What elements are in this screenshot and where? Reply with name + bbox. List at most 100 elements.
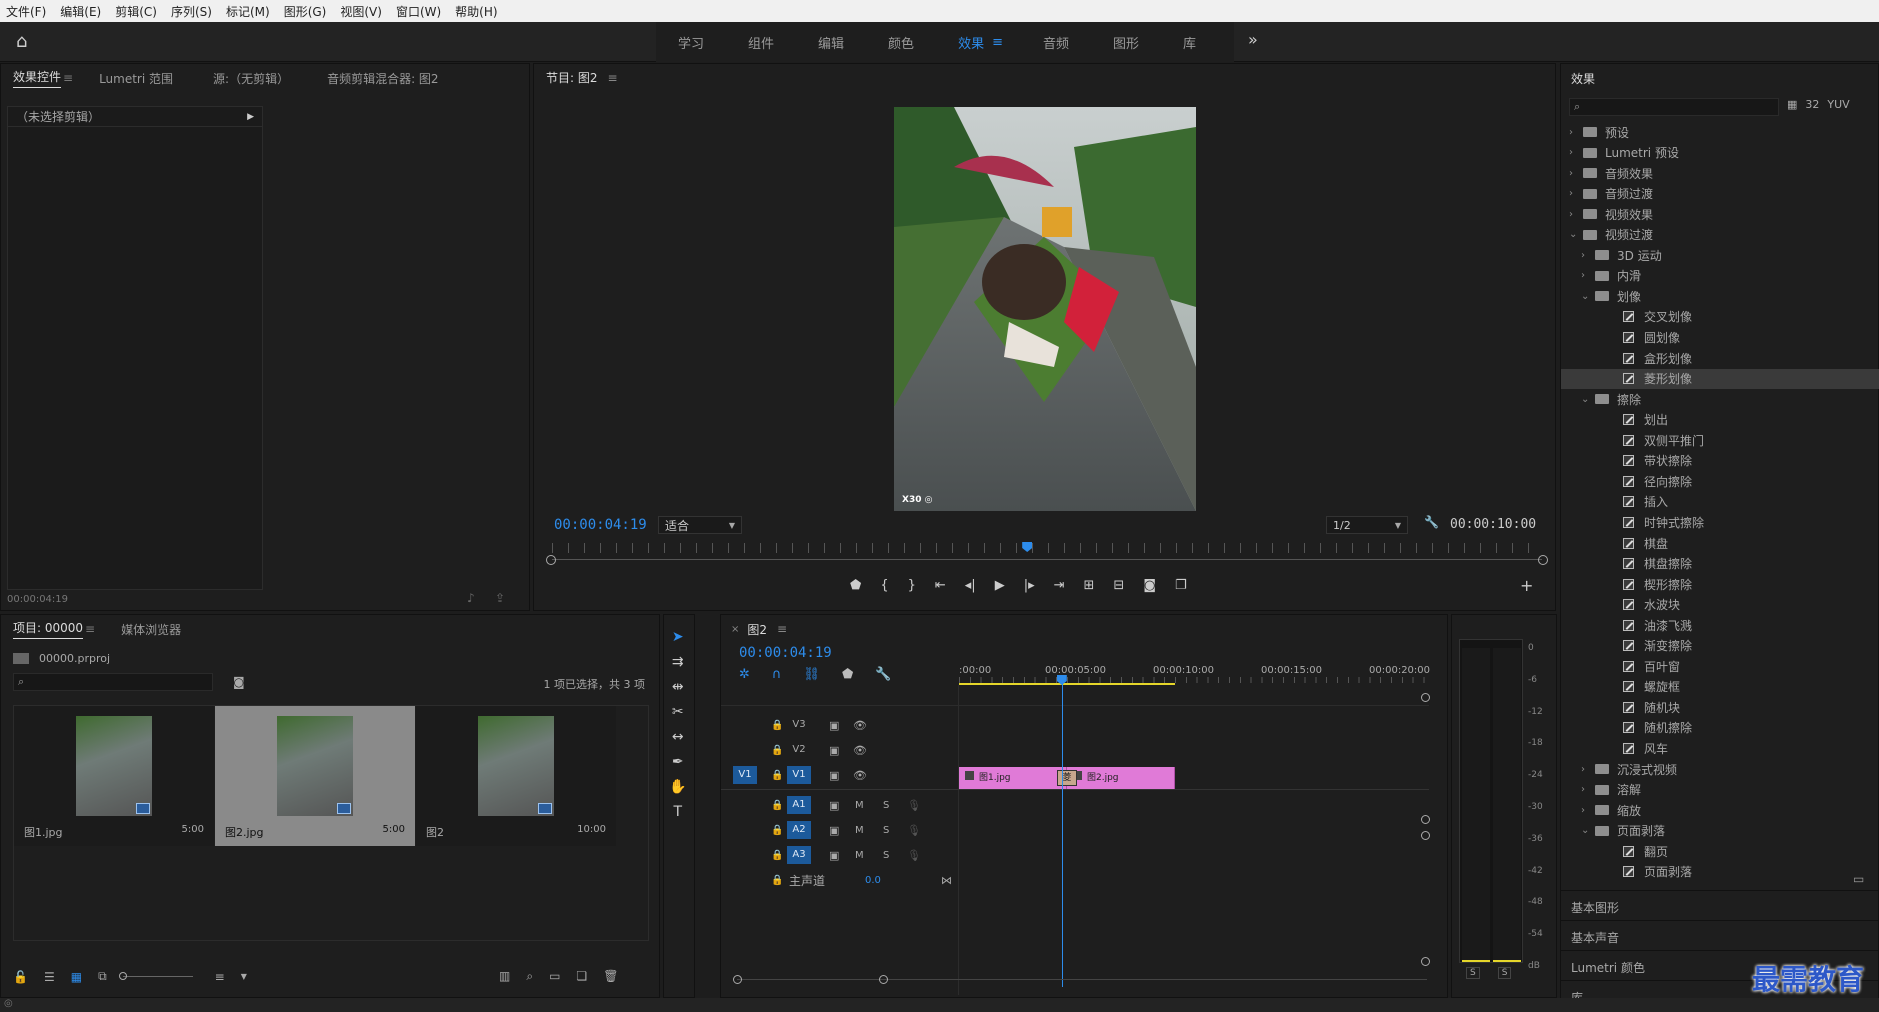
panel-menu-icon[interactable]: ≡ xyxy=(63,71,73,85)
effects-tree-item[interactable]: 风车 xyxy=(1561,739,1879,759)
effects-tree-item[interactable]: 随机块 xyxy=(1561,697,1879,717)
export-icon[interactable]: ⇪ xyxy=(495,591,505,605)
chevron-down-icon[interactable]: ⌄ xyxy=(1581,825,1595,836)
chevron-right-icon[interactable]: › xyxy=(1569,127,1583,138)
snap-icon[interactable]: ∩ xyxy=(772,667,782,682)
lock-icon[interactable]: 🔒 xyxy=(771,825,783,836)
menu-item[interactable]: 窗口(W) xyxy=(396,3,441,20)
home-icon[interactable]: ⌂ xyxy=(16,32,38,52)
solo-right-button[interactable]: S xyxy=(1497,967,1512,979)
new-bin-icon[interactable]: ▭ xyxy=(1853,872,1864,886)
camera-search-icon[interactable]: ◙ xyxy=(233,675,245,689)
eye-icon[interactable]: 👁 xyxy=(853,719,867,732)
lift-icon[interactable]: ⊞ xyxy=(1084,578,1095,593)
camera-icon[interactable]: ◙ xyxy=(1143,578,1156,593)
video-scroll-handle-bottom[interactable] xyxy=(1421,815,1430,824)
tab-effect-controls[interactable]: 效果控件 xyxy=(13,68,62,88)
chevron-down-icon[interactable]: ⌄ xyxy=(1581,291,1595,302)
workspace-tab[interactable]: 编辑 xyxy=(818,33,844,52)
timeline-settings-icon[interactable]: 🔧 xyxy=(875,667,891,682)
timeline-clip[interactable]: 图2.jpg xyxy=(1067,767,1175,789)
effects-tree-item[interactable]: 交叉划像 xyxy=(1561,307,1879,327)
effects-tree-item[interactable]: 圆划像 xyxy=(1561,328,1879,348)
lock-icon[interactable]: 🔒 xyxy=(771,850,783,861)
effects-section-0[interactable]: 基本图形 xyxy=(1561,890,1879,920)
extract-icon[interactable]: ⊟ xyxy=(1113,578,1124,593)
step-forward-icon[interactable]: |▸ xyxy=(1024,578,1035,593)
effects-tree-item[interactable]: › 视频效果 xyxy=(1561,204,1879,224)
effects-tree-item[interactable]: 插入 xyxy=(1561,492,1879,512)
effects-tree-item[interactable]: 螺旋框 xyxy=(1561,677,1879,697)
mark-out-icon[interactable]: } xyxy=(908,578,916,593)
workspace-tab[interactable]: 效果 xyxy=(958,33,984,52)
workspace-tab[interactable]: 库 xyxy=(1183,33,1196,52)
effects-tree-item[interactable]: 菱形划像 xyxy=(1561,368,1879,389)
effects-tree-item[interactable]: 径向擦除 xyxy=(1561,471,1879,491)
track-target-button[interactable]: A2 xyxy=(787,821,811,839)
project-search-input[interactable]: ⌕ xyxy=(13,673,213,691)
icon-view-icon[interactable]: ▦ xyxy=(71,970,82,984)
freeform-view-icon[interactable]: ⧉ xyxy=(98,969,107,984)
effects-tree-item[interactable]: ⌄ 页面剥落 xyxy=(1561,821,1879,841)
effects-tree-item[interactable]: › Lumetri 预设 xyxy=(1561,143,1879,163)
project-item[interactable]: 图1.jpg 5:00 xyxy=(14,706,214,846)
lock-icon[interactable]: 🔒 xyxy=(771,745,783,756)
wrench-icon[interactable]: 🔧 xyxy=(1424,515,1439,529)
project-item[interactable]: 图2 10:00 xyxy=(416,706,616,846)
compare-icon[interactable]: ❐ xyxy=(1175,578,1187,593)
lock-icon[interactable]: 🔒 xyxy=(771,770,783,781)
program-title[interactable]: 节目: 图2 xyxy=(546,69,598,88)
work-area-bar[interactable] xyxy=(959,683,1175,685)
effects-tree-item[interactable]: 带状擦除 xyxy=(1561,451,1879,471)
effects-tree-item[interactable]: 百叶窗 xyxy=(1561,656,1879,676)
go-to-in-icon[interactable]: ⇤ xyxy=(935,578,946,593)
fit-select[interactable]: 适合 ▼ xyxy=(658,516,742,534)
effects-tree-item[interactable]: 时钟式擦除 xyxy=(1561,512,1879,532)
effects-tree-item[interactable]: › 沉浸式视频 xyxy=(1561,759,1879,779)
time-ruler[interactable] xyxy=(552,543,1542,553)
tab-source[interactable]: 源:（无剪辑） xyxy=(213,70,289,87)
menu-item[interactable]: 文件(F) xyxy=(6,3,46,20)
eye-icon[interactable]: 👁 xyxy=(853,744,867,757)
program-timecode[interactable]: 00:00:04:19 xyxy=(554,517,647,533)
chevron-down-icon[interactable]: ⌄ xyxy=(1581,394,1595,405)
timeline-clip[interactable]: 图1.jpg xyxy=(959,767,1067,789)
horizontal-scrollbar[interactable] xyxy=(737,979,1427,980)
project-item[interactable]: 图2.jpg 5:00 xyxy=(215,706,415,846)
list-view-icon[interactable]: ☰ xyxy=(44,970,55,984)
microphone-icon[interactable]: 🎙 xyxy=(907,849,921,862)
workspace-tab[interactable]: 学习 xyxy=(678,33,704,52)
new-bin-icon[interactable]: ▭ xyxy=(549,969,560,984)
effects-section-1[interactable]: 基本声音 xyxy=(1561,920,1879,950)
menu-item[interactable]: 序列(S) xyxy=(171,3,212,20)
effects-tree-item[interactable]: › 缩放 xyxy=(1561,800,1879,820)
zoom-bar[interactable] xyxy=(552,559,1542,560)
sequence-tab[interactable]: 图2 xyxy=(747,621,767,638)
menu-item[interactable]: 帮助(H) xyxy=(455,3,497,20)
workspace-menu-icon[interactable]: ≡ xyxy=(992,35,1003,50)
solo-button[interactable]: S xyxy=(883,825,889,836)
type-tool-icon[interactable]: T xyxy=(673,804,682,820)
automate-icon[interactable]: ▥ xyxy=(499,969,510,984)
track-target-button[interactable]: A1 xyxy=(787,796,811,814)
effects-tree-item[interactable]: › 内滑 xyxy=(1561,266,1879,286)
track-target-button[interactable]: V1 xyxy=(787,766,811,784)
pen-tool-icon[interactable]: ✒ xyxy=(672,754,684,770)
lock-icon[interactable]: 🔒 xyxy=(771,875,783,886)
effects-tree-item[interactable]: 双侧平推门 xyxy=(1561,430,1879,450)
sort-icon[interactable]: ≡ xyxy=(215,970,225,984)
tab-project[interactable]: 项目: 00000 xyxy=(13,619,84,639)
chevron-down-icon[interactable]: ▼ xyxy=(241,972,247,981)
effects-tree-item[interactable]: 划出 xyxy=(1561,410,1879,430)
menu-item[interactable]: 标记(M) xyxy=(226,3,270,20)
tab-audio-clip-mixer[interactable]: 音频剪辑混合器: 图2 xyxy=(327,70,439,87)
accelerated-effects-icon[interactable]: ▦ xyxy=(1787,98,1797,111)
chevron-right-icon[interactable]: › xyxy=(1569,147,1583,158)
close-icon[interactable]: × xyxy=(731,624,739,635)
sync-lock-icon[interactable]: ▣ xyxy=(829,799,839,812)
panel-menu-icon[interactable]: ≡ xyxy=(777,622,787,636)
effects-tree-item[interactable]: 油漆飞溅 xyxy=(1561,615,1879,635)
audio-scroll-handle-top[interactable] xyxy=(1421,831,1430,840)
sync-lock-icon[interactable]: ▣ xyxy=(829,719,839,732)
mark-in-icon[interactable]: { xyxy=(880,578,888,593)
